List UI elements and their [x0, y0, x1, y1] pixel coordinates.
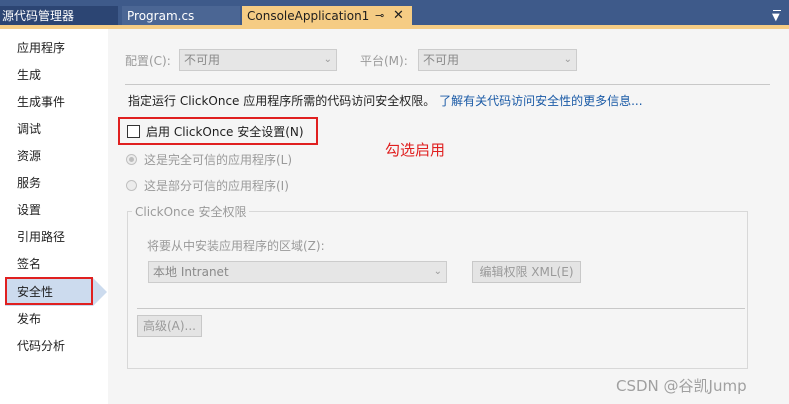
- chevron-down-icon: ⌄: [323, 54, 332, 65]
- annotation-text: 勾选启用: [385, 141, 446, 159]
- enable-clickonce-checkbox[interactable]: [127, 125, 140, 138]
- sidebar-item-application[interactable]: 应用程序: [17, 39, 65, 57]
- tab-program-cs[interactable]: Program.cs: [122, 6, 240, 26]
- learn-more-link[interactable]: 了解有关代码访问安全性的更多信息...: [439, 94, 642, 108]
- sidebar-item-services[interactable]: 服务: [17, 174, 41, 192]
- permissions-group-title: ClickOnce 安全权限: [132, 203, 250, 220]
- configuration-select[interactable]: 不可用 ⌄: [179, 49, 337, 71]
- full-trust-label[interactable]: 这是完全可信的应用程序(L): [144, 151, 292, 168]
- platform-select[interactable]: 不可用 ⌄: [418, 49, 577, 71]
- platform-select-value: 不可用: [423, 53, 460, 67]
- enable-clickonce-callout-box: 启用 ClickOnce 安全设置(N): [118, 117, 318, 145]
- chevron-down-icon: ⌄: [433, 266, 442, 277]
- security-description: 指定运行 ClickOnce 应用程序所需的代码访问安全权限。 了解有关代码访问…: [128, 92, 643, 109]
- enable-clickonce-label[interactable]: 启用 ClickOnce 安全设置(N): [146, 123, 304, 140]
- advanced-button[interactable]: 高级(A)...: [137, 315, 202, 337]
- security-item-callout-box: [5, 277, 93, 305]
- partial-trust-label[interactable]: 这是部分可信的应用程序(I): [144, 177, 289, 194]
- watermark: CSDN @谷凯Jump: [616, 377, 747, 395]
- partial-trust-radio[interactable]: [126, 180, 137, 191]
- sidebar-item-build[interactable]: 生成: [17, 66, 41, 84]
- zone-select-value: 本地 Intranet: [153, 265, 229, 279]
- security-page: 配置(C): 不可用 ⌄ 平台(M): 不可用 ⌄ 指定运行 ClickOnce…: [108, 29, 789, 404]
- clickonce-permissions-group: [127, 211, 748, 369]
- sidebar-selection-pointer: [93, 278, 107, 306]
- sidebar-item-publish[interactable]: 发布: [17, 310, 41, 328]
- sidebar-item-resources[interactable]: 资源: [17, 147, 41, 165]
- group-divider: [137, 308, 745, 309]
- sidebar-item-signing[interactable]: 签名: [17, 255, 41, 273]
- tab-console-application-label: ConsoleApplication1: [247, 9, 370, 23]
- full-trust-radio[interactable]: [126, 154, 137, 165]
- edit-permissions-xml-button[interactable]: 编辑权限 XML(E): [472, 261, 581, 283]
- tab-console-application[interactable]: ConsoleApplication1 ⊸ ✕: [242, 6, 412, 26]
- tab-overflow-dropdown-icon[interactable]: ▼: [770, 9, 784, 23]
- sidebar-item-settings[interactable]: 设置: [17, 201, 41, 219]
- sidebar-item-reference-paths[interactable]: 引用路径: [17, 228, 65, 246]
- close-icon[interactable]: ✕: [393, 6, 404, 26]
- sidebar-item-build-events[interactable]: 生成事件: [17, 93, 65, 111]
- chevron-down-icon: ⌄: [563, 54, 572, 65]
- divider: [125, 84, 770, 85]
- tab-program-cs-label: Program.cs: [127, 9, 195, 23]
- tab-solution-explorer-label: 源代码管理器: [2, 9, 75, 23]
- zone-select[interactable]: 本地 Intranet ⌄: [148, 261, 447, 283]
- property-page-sidebar: 应用程序 生成 生成事件 调试 资源 服务 设置 引用路径 签名 安全性 发布 …: [0, 29, 108, 404]
- configuration-select-value: 不可用: [184, 53, 221, 67]
- pin-icon[interactable]: ⊸: [375, 6, 384, 26]
- zone-label: 将要从中安装应用程序的区域(Z):: [147, 239, 325, 253]
- security-description-text: 指定运行 ClickOnce 应用程序所需的代码访问安全权限。: [128, 94, 436, 108]
- sidebar-item-code-analysis[interactable]: 代码分析: [17, 337, 65, 355]
- document-tab-bar: 源代码管理器 Program.cs ConsoleApplication1 ⊸ …: [0, 0, 789, 29]
- sidebar-item-debug[interactable]: 调试: [17, 120, 41, 138]
- platform-label: 平台(M):: [360, 54, 408, 68]
- configuration-label: 配置(C):: [125, 54, 171, 68]
- tab-solution-explorer[interactable]: 源代码管理器: [0, 6, 118, 26]
